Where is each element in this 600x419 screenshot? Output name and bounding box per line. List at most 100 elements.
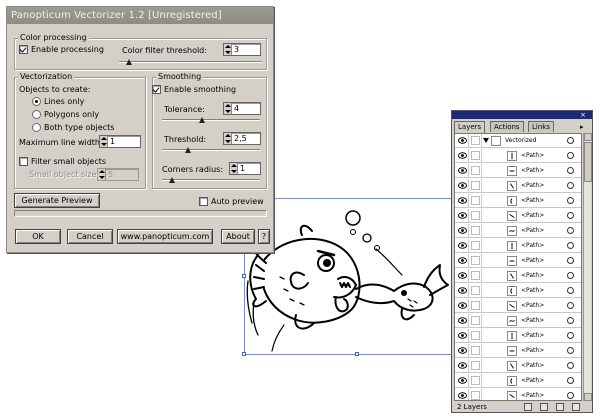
eye-icon[interactable] <box>458 362 467 369</box>
eye-icon[interactable] <box>458 242 467 249</box>
color-filter-threshold-slider[interactable] <box>119 59 262 66</box>
auto-preview-label[interactable]: Auto preview <box>211 197 264 207</box>
spinner-icon[interactable] <box>224 133 232 144</box>
tab-layers[interactable]: Layers <box>454 121 486 133</box>
radio-polygons-only-label[interactable]: Polygons only <box>44 110 99 120</box>
target-icon[interactable] <box>567 212 574 219</box>
layer-row-path[interactable]: <Path> <box>455 239 581 253</box>
scroll-down-icon[interactable] <box>584 393 592 401</box>
lock-icon[interactable] <box>471 316 480 325</box>
lock-icon[interactable] <box>471 196 480 205</box>
eye-icon[interactable] <box>458 137 467 144</box>
layers-list[interactable]: Vectorized <Path> <Path> <Path> <Path> <Path>… <box>454 133 582 401</box>
eye-icon[interactable] <box>458 152 467 159</box>
target-icon[interactable] <box>567 392 574 399</box>
layer-row-path[interactable]: <Path> <box>455 389 581 400</box>
eye-icon[interactable] <box>458 257 467 264</box>
layer-row-vectorized[interactable]: Vectorized <box>455 134 581 148</box>
palette-title-bar[interactable] <box>452 111 592 119</box>
eye-icon[interactable] <box>458 332 467 339</box>
lock-icon[interactable] <box>471 391 480 400</box>
radio-lines-only[interactable] <box>32 97 41 106</box>
spinner-icon[interactable] <box>230 163 238 174</box>
layer-row-path[interactable]: <Path> <box>455 149 581 163</box>
layer-row-path[interactable]: <Path> <box>455 164 581 178</box>
target-icon[interactable] <box>567 257 574 264</box>
eye-icon[interactable] <box>458 182 467 189</box>
eye-icon[interactable] <box>458 302 467 309</box>
target-icon[interactable] <box>567 347 574 354</box>
layer-row-path[interactable]: <Path> <box>455 194 581 208</box>
target-icon[interactable] <box>567 227 574 234</box>
spinner-icon[interactable] <box>224 103 232 114</box>
radio-both-types[interactable] <box>32 123 41 132</box>
eye-icon[interactable] <box>458 167 467 174</box>
generate-preview-button[interactable]: Generate Preview <box>14 193 100 208</box>
enable-smoothing-label[interactable]: Enable smoothing <box>164 85 236 95</box>
tab-links[interactable]: Links <box>528 121 554 132</box>
eye-icon[interactable] <box>458 377 467 384</box>
target-icon[interactable] <box>567 362 574 369</box>
scroll-thumb[interactable] <box>584 142 592 182</box>
eye-icon[interactable] <box>458 347 467 354</box>
ok-button[interactable]: OK <box>15 229 61 244</box>
spinner-icon[interactable] <box>224 44 232 55</box>
new-sublayer-icon[interactable] <box>540 403 548 411</box>
lock-icon[interactable] <box>471 256 480 265</box>
layer-row-path[interactable]: <Path> <box>455 179 581 193</box>
layer-row-path[interactable]: <Path> <box>455 329 581 343</box>
lock-icon[interactable] <box>471 361 480 370</box>
max-line-width-spinner[interactable]: 1 <box>99 135 141 148</box>
target-icon[interactable] <box>567 332 574 339</box>
lock-icon[interactable] <box>471 286 480 295</box>
small-object-size-spinner[interactable]: 5 <box>97 168 139 181</box>
lock-icon[interactable] <box>471 136 480 145</box>
dialog-title[interactable]: Panopticum Vectorizer 1.2 [Unregistered] <box>7 7 273 24</box>
corners-radius-slider[interactable] <box>162 177 260 184</box>
eye-icon[interactable] <box>458 392 467 399</box>
eye-icon[interactable] <box>458 227 467 234</box>
lock-icon[interactable] <box>471 211 480 220</box>
lock-icon[interactable] <box>471 166 480 175</box>
filter-small-objects-checkbox[interactable] <box>19 157 28 166</box>
eye-icon[interactable] <box>458 317 467 324</box>
cancel-button[interactable]: Cancel <box>67 229 113 244</box>
layers-scrollbar[interactable] <box>583 133 592 401</box>
eye-icon[interactable] <box>458 212 467 219</box>
palette-menu-icon[interactable]: ▸ <box>580 123 588 131</box>
lock-icon[interactable] <box>471 226 480 235</box>
eye-icon[interactable] <box>458 272 467 279</box>
lock-icon[interactable] <box>471 376 480 385</box>
layer-row-path[interactable]: <Path> <box>455 374 581 388</box>
target-icon[interactable] <box>567 317 574 324</box>
layer-row-path[interactable]: <Path> <box>455 224 581 238</box>
target-icon[interactable] <box>567 287 574 294</box>
slider-thumb[interactable] <box>199 117 205 123</box>
make-clipping-mask-icon[interactable] <box>524 403 532 411</box>
eye-icon[interactable] <box>458 287 467 294</box>
slider-thumb[interactable] <box>126 59 132 65</box>
lock-icon[interactable] <box>471 346 480 355</box>
spinner-icon[interactable] <box>98 169 106 180</box>
layer-row-path[interactable]: <Path> <box>455 209 581 223</box>
disclosure-triangle-icon[interactable] <box>483 138 489 143</box>
target-icon[interactable] <box>567 182 574 189</box>
tolerance-spinner[interactable]: 4 <box>223 102 261 115</box>
lock-icon[interactable] <box>471 151 480 160</box>
auto-preview-checkbox[interactable] <box>199 197 208 206</box>
website-button[interactable]: www.panopticum.com <box>117 229 213 244</box>
lock-icon[interactable] <box>471 301 480 310</box>
target-icon[interactable] <box>567 377 574 384</box>
slider-thumb[interactable] <box>185 147 191 153</box>
enable-smoothing-checkbox[interactable] <box>152 85 161 94</box>
eye-icon[interactable] <box>458 197 467 204</box>
lock-icon[interactable] <box>471 181 480 190</box>
target-icon[interactable] <box>567 197 574 204</box>
layer-row-path[interactable]: <Path> <box>455 299 581 313</box>
lock-icon[interactable] <box>471 241 480 250</box>
lock-icon[interactable] <box>471 331 480 340</box>
target-icon[interactable] <box>567 302 574 309</box>
enable-processing-checkbox[interactable] <box>19 45 28 54</box>
close-icon[interactable]: × <box>578 111 588 119</box>
layer-row-path[interactable]: <Path> <box>455 359 581 373</box>
